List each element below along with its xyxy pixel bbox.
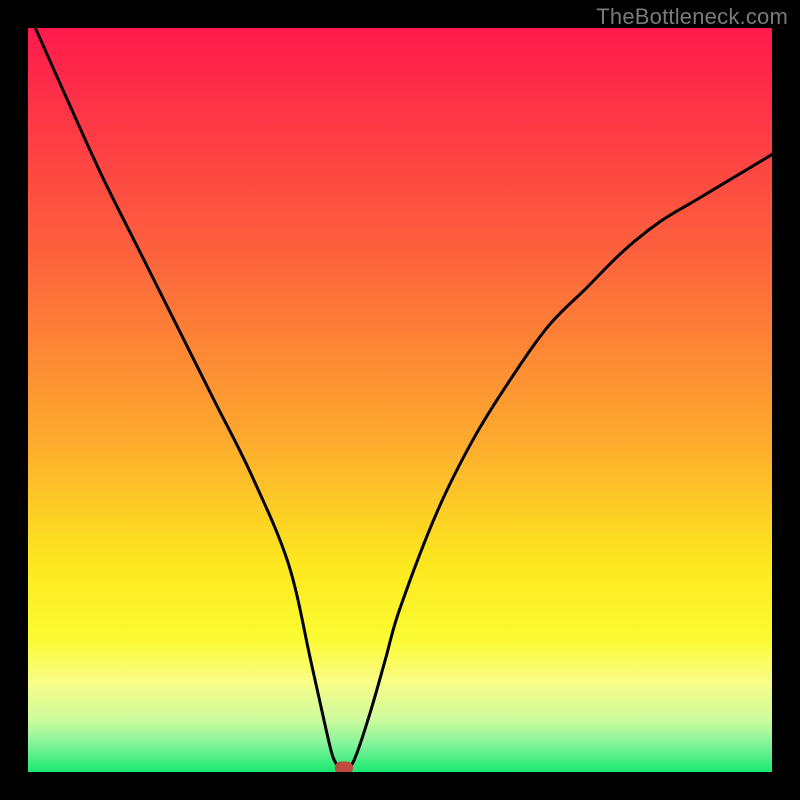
bottleneck-curve xyxy=(28,28,772,772)
outer-frame: TheBottleneck.com xyxy=(0,0,800,800)
watermark-text: TheBottleneck.com xyxy=(596,4,788,30)
plot-area xyxy=(28,28,772,772)
optimum-marker xyxy=(335,762,353,772)
